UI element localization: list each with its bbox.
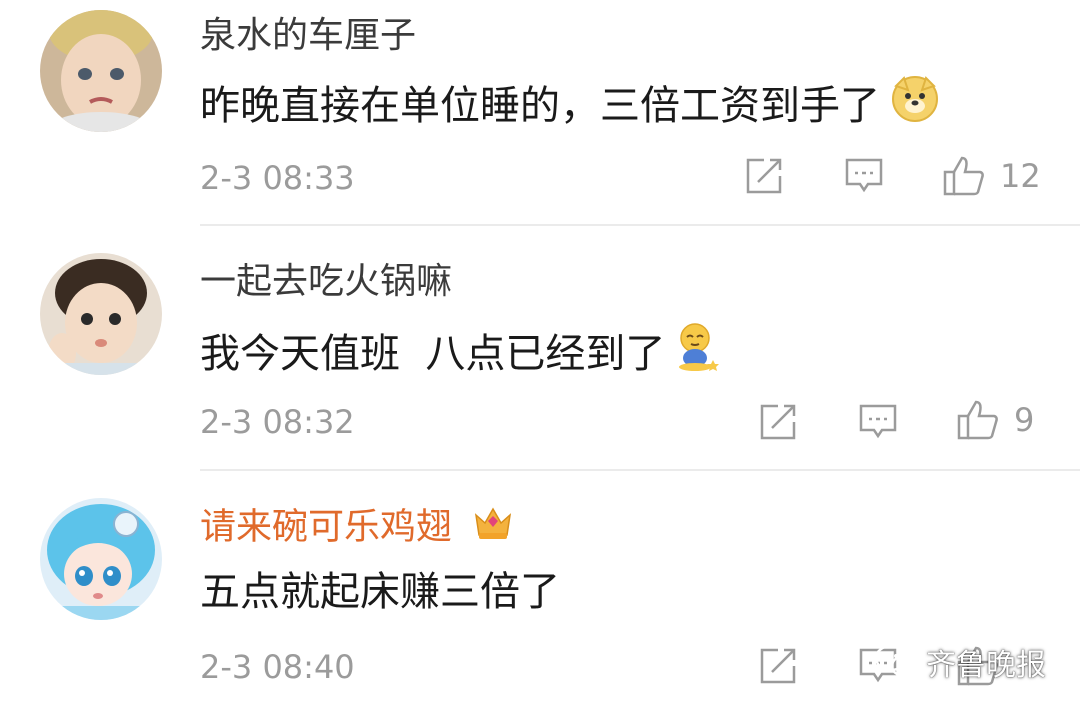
comment-text-content: 我今天值班 八点已经到了 [200, 330, 666, 377]
avatar[interactable] [40, 498, 162, 620]
comment-icon [845, 158, 883, 193]
share-icon [746, 158, 782, 194]
username-text: 请来碗可乐鸡翅 [200, 506, 453, 548]
share-button[interactable] [758, 402, 798, 442]
comment-button[interactable] [858, 402, 898, 442]
comment-text: 五点就起床赚三倍了 [200, 566, 560, 618]
avatar[interactable] [40, 253, 162, 375]
comment-icon [859, 404, 897, 439]
crown-badge-icon [473, 505, 513, 552]
comment-text: 昨晚直接在单位睡的，三倍工资到手了 [200, 74, 940, 137]
share-icon [760, 404, 796, 440]
thumbs-up-icon [957, 400, 998, 440]
timestamp: 2-3 08:40 [200, 648, 355, 686]
comment-text-content: 昨晚直接在单位睡的，三倍工资到手了 [200, 82, 880, 129]
like-button[interactable]: 12 [942, 154, 1041, 198]
username[interactable]: 泉水的车厘子 [200, 14, 416, 58]
comment-text-content: 五点就起床赚三倍了 [200, 569, 560, 615]
divider [200, 224, 1080, 226]
thumbs-up-icon [943, 156, 984, 196]
share-button[interactable] [744, 156, 784, 196]
username[interactable]: 请来碗可乐鸡翅 [200, 505, 513, 552]
watermark-text: 齐鲁晚报 [926, 648, 1046, 683]
like-button[interactable]: 9 [956, 398, 1034, 442]
share-button[interactable] [758, 646, 798, 686]
avatar[interactable] [40, 10, 162, 132]
timestamp: 2-3 08:32 [200, 403, 355, 441]
share-icon [760, 648, 796, 684]
divider [200, 469, 1080, 471]
wechat-icon [874, 644, 918, 678]
watermark: 齐鲁晚报 [874, 640, 1046, 684]
comment-button[interactable] [844, 156, 884, 196]
like-count: 9 [1014, 401, 1035, 439]
sitting-shy-emoji-icon [675, 322, 721, 385]
comment-text: 我今天值班 八点已经到了 [200, 322, 721, 385]
like-count: 12 [1000, 157, 1041, 195]
timestamp: 2-3 08:33 [200, 159, 355, 197]
doge-emoji-icon [890, 74, 940, 137]
username[interactable]: 一起去吃火锅嘛 [200, 260, 452, 304]
